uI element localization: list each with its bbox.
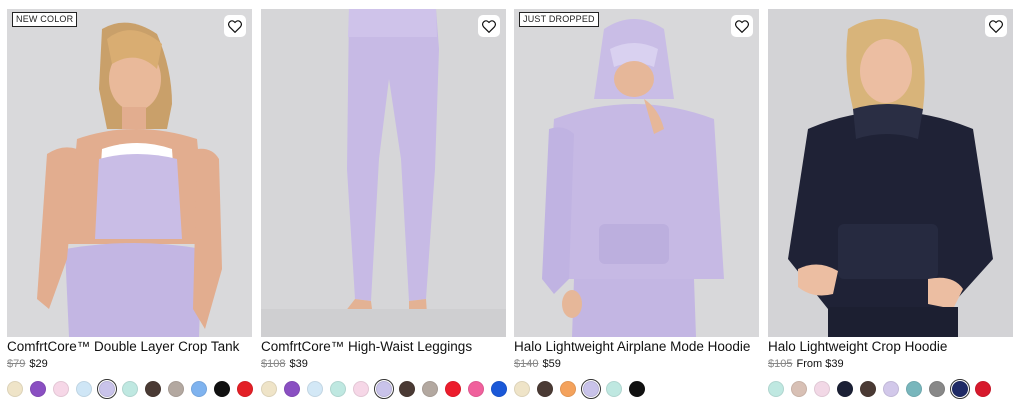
sale-price: $59	[542, 358, 561, 370]
color-swatch[interactable]	[261, 381, 277, 397]
color-swatch[interactable]	[399, 381, 415, 397]
color-swatch[interactable]	[814, 381, 830, 397]
color-swatches	[768, 379, 991, 399]
original-price: $79	[7, 358, 26, 370]
wishlist-button[interactable]	[478, 15, 500, 37]
color-swatch[interactable]	[237, 381, 253, 397]
color-swatch[interactable]	[284, 381, 300, 397]
color-swatch[interactable]	[330, 381, 346, 397]
product-price: $108 $39	[261, 358, 308, 370]
color-swatch[interactable]	[422, 381, 438, 397]
product-title[interactable]: Halo Lightweight Airplane Mode Hoodie	[514, 339, 750, 354]
sale-price: $29	[29, 358, 48, 370]
color-swatch[interactable]	[53, 381, 69, 397]
color-swatch[interactable]	[76, 381, 92, 397]
color-swatch[interactable]	[191, 381, 207, 397]
product-image[interactable]: JUST DROPPED	[514, 9, 759, 337]
heart-outline-icon	[228, 19, 242, 33]
product-card[interactable]: ComfrtCore™ High-Waist Leggings $108 $39	[261, 9, 507, 399]
color-swatch[interactable]	[307, 381, 323, 397]
product-image[interactable]: NEW COLOR	[7, 9, 252, 337]
wishlist-button[interactable]	[985, 15, 1007, 37]
color-swatch[interactable]	[629, 381, 645, 397]
product-title[interactable]: ComfrtCore™ High-Waist Leggings	[261, 339, 472, 354]
product-price: $140 $59	[514, 358, 561, 370]
product-image[interactable]	[768, 9, 1013, 337]
color-swatch[interactable]	[214, 381, 230, 397]
product-title[interactable]: Halo Lightweight Crop Hoodie	[768, 339, 947, 354]
color-swatch[interactable]	[353, 381, 369, 397]
original-price: $105	[768, 358, 793, 370]
product-title[interactable]: ComfrtCore™ Double Layer Crop Tank	[7, 339, 239, 354]
color-swatch[interactable]	[145, 381, 161, 397]
product-price: $79 $29	[7, 358, 48, 370]
badge-just-dropped: JUST DROPPED	[519, 12, 599, 27]
color-swatch[interactable]	[491, 381, 507, 397]
color-swatch[interactable]	[374, 379, 394, 399]
wishlist-button[interactable]	[224, 15, 246, 37]
color-swatch[interactable]	[606, 381, 622, 397]
color-swatch[interactable]	[837, 381, 853, 397]
heart-outline-icon	[482, 19, 496, 33]
color-swatches	[7, 379, 253, 399]
original-price: $108	[261, 358, 286, 370]
original-price: $140	[514, 358, 539, 370]
color-swatch[interactable]	[929, 381, 945, 397]
color-swatch[interactable]	[860, 381, 876, 397]
color-swatch[interactable]	[906, 381, 922, 397]
color-swatch[interactable]	[168, 381, 184, 397]
color-swatch[interactable]	[514, 381, 530, 397]
product-card[interactable]: NEW COLOR ComfrtCore™ Double Layer Crop …	[7, 9, 253, 399]
heart-outline-icon	[735, 19, 749, 33]
color-swatch[interactable]	[581, 379, 601, 399]
color-swatch[interactable]	[950, 379, 970, 399]
color-swatch[interactable]	[7, 381, 23, 397]
color-swatch[interactable]	[791, 381, 807, 397]
color-swatch[interactable]	[122, 381, 138, 397]
sale-price: From $39	[796, 358, 844, 370]
color-swatch[interactable]	[468, 381, 484, 397]
product-image[interactable]	[261, 9, 506, 337]
color-swatches	[514, 379, 645, 399]
color-swatch[interactable]	[883, 381, 899, 397]
color-swatch[interactable]	[445, 381, 461, 397]
product-grid: NEW COLOR ComfrtCore™ Double Layer Crop …	[0, 0, 1024, 404]
badge-new-color: NEW COLOR	[12, 12, 78, 27]
heart-outline-icon	[989, 19, 1003, 33]
sale-price: $39	[289, 358, 308, 370]
color-swatch[interactable]	[768, 381, 784, 397]
color-swatch[interactable]	[537, 381, 553, 397]
color-swatch[interactable]	[30, 381, 46, 397]
wishlist-button[interactable]	[731, 15, 753, 37]
product-card[interactable]: Halo Lightweight Crop Hoodie $105 From $3…	[768, 9, 1013, 399]
color-swatch[interactable]	[97, 379, 117, 399]
color-swatches	[261, 379, 507, 399]
color-swatch[interactable]	[975, 381, 991, 397]
product-card[interactable]: JUST DROPPED Halo Lightweight Airplane M…	[514, 9, 759, 399]
color-swatch[interactable]	[560, 381, 576, 397]
product-price: $105 From $39	[768, 358, 844, 370]
